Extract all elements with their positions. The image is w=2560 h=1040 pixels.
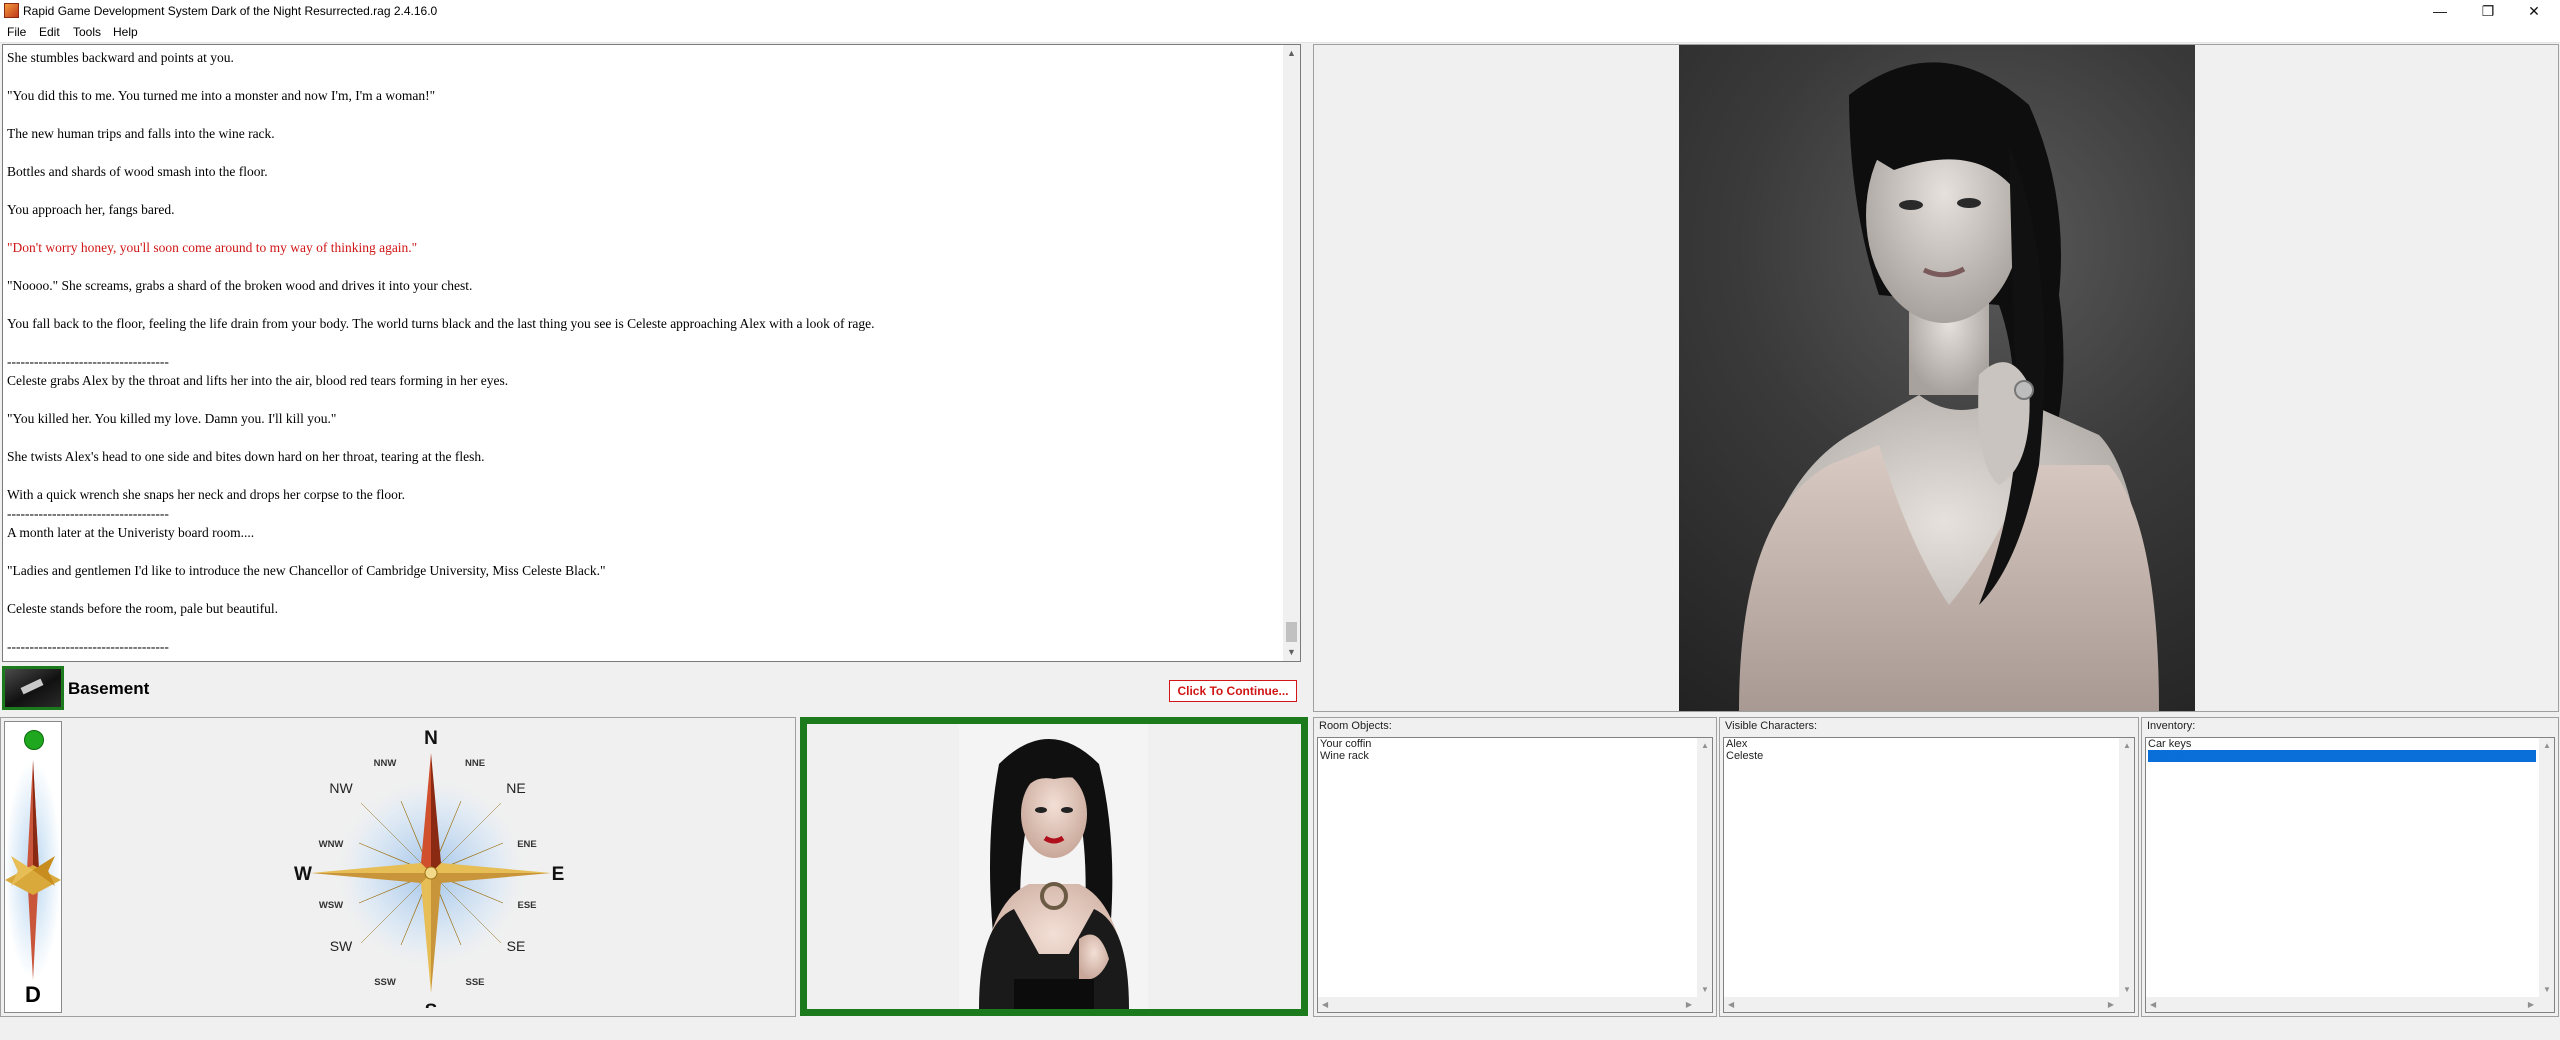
up-button[interactable]: [24, 730, 44, 750]
restore-button[interactable]: ❐: [2466, 0, 2510, 22]
close-button[interactable]: ✕: [2512, 0, 2556, 22]
scroll-down-icon[interactable]: ▼: [1283, 644, 1300, 661]
story-line: You approach her, fangs bared.: [7, 202, 175, 217]
compass-rose-icon[interactable]: N S E W NE NW SE SW NNW NNE ENE ESE SSE …: [271, 728, 591, 1008]
portrait-photo: [1679, 45, 2195, 711]
character-picture-frame: [800, 717, 1308, 1016]
scroll-left-icon[interactable]: ◀: [1728, 1000, 1734, 1009]
story-line: ------------------------------------: [7, 354, 169, 369]
scroll-left-icon[interactable]: ◀: [1322, 1000, 1328, 1009]
story-line: ------------------------------------: [7, 506, 169, 521]
scroll-up-icon[interactable]: ▲: [2543, 741, 2551, 750]
story-text-area[interactable]: She stumbles backward and points at you.…: [2, 44, 1301, 662]
scroll-down-icon[interactable]: ▼: [1701, 985, 1709, 994]
list-item[interactable]: Alex: [1726, 738, 1747, 750]
story-line: "You killed her. You killed my love. Dam…: [7, 411, 337, 426]
compass-ssw[interactable]: SSW: [374, 977, 396, 988]
list-item[interactable]: Celeste: [1726, 750, 1763, 762]
story-line: "You did this to me. You turned me into …: [7, 88, 436, 103]
horizontal-scrollbar[interactable]: ◀ ▶: [1724, 997, 2134, 1012]
menu-tools[interactable]: Tools: [73, 25, 101, 39]
scroll-right-icon[interactable]: ▶: [2528, 1000, 2534, 1009]
compass-n[interactable]: N: [424, 728, 438, 749]
visible-characters-list[interactable]: Alex Celeste ▲ ▼ ◀ ▶: [1723, 737, 2135, 1013]
visible-characters-label: Visible Characters:: [1725, 720, 1818, 732]
minimize-button[interactable]: —: [2418, 0, 2462, 22]
visible-characters-panel: Visible Characters: Alex Celeste ▲ ▼ ◀ ▶: [1719, 717, 2139, 1017]
inventory-panel: Inventory: Car keys Syringe ▲ ▼ ◀ ▶: [2141, 717, 2559, 1017]
compass-wnw[interactable]: WNW: [319, 839, 344, 850]
list-item[interactable]: Car keys: [2148, 738, 2191, 750]
compass-nne[interactable]: NNE: [465, 758, 485, 769]
scroll-right-icon[interactable]: ▶: [2108, 1000, 2114, 1009]
story-line: She stumbles backward and points at you.: [7, 50, 234, 65]
main-picture-panel: [1313, 44, 2559, 712]
story-line: "Ladies and gentlemen I'd like to introd…: [7, 563, 606, 578]
scroll-up-icon[interactable]: ▲: [1283, 45, 1300, 62]
story-line: "Don't worry honey, you'll soon come aro…: [7, 240, 418, 255]
story-line: She twists Alex's head to one side and b…: [7, 449, 485, 464]
compass-wsw[interactable]: WSW: [319, 900, 343, 911]
story-line: A month later at the Univeristy board ro…: [7, 525, 255, 540]
continue-button[interactable]: Click To Continue...: [1169, 680, 1297, 702]
list-item[interactable]: Your coffin: [1320, 738, 1371, 750]
vertical-scrollbar[interactable]: ▲ ▼: [2119, 738, 2134, 997]
coffin-thumbnail-image: [5, 669, 61, 707]
scroll-down-icon[interactable]: ▼: [2123, 985, 2131, 994]
scroll-up-icon[interactable]: ▲: [2123, 741, 2131, 750]
title-bar: Rapid Game Development System Dark of th…: [0, 0, 2560, 22]
story-line: With a quick wrench she snaps her neck a…: [7, 487, 405, 502]
down-button[interactable]: D: [5, 982, 61, 1008]
scroll-down-icon[interactable]: ▼: [2543, 985, 2551, 994]
compass-ese[interactable]: ESE: [517, 900, 536, 911]
compass-s[interactable]: S: [425, 1001, 438, 1008]
scroll-up-icon[interactable]: ▲: [1701, 741, 1709, 750]
compass-se[interactable]: SE: [507, 938, 526, 954]
story-scrollbar[interactable]: ▲ ▼: [1283, 45, 1300, 661]
scroll-right-icon[interactable]: ▶: [1686, 1000, 1692, 1009]
compass-ne[interactable]: NE: [506, 780, 525, 796]
story-line: The new human trips and falls into the w…: [7, 126, 275, 141]
inventory-list[interactable]: Car keys Syringe ▲ ▼ ◀ ▶: [2145, 737, 2555, 1013]
room-objects-panel: Room Objects: Your coffin Wine rack ▲ ▼ …: [1313, 717, 1717, 1017]
character-photo: [959, 724, 1148, 1009]
inventory-label: Inventory:: [2147, 720, 2196, 732]
story-line: ------------------------------------: [7, 639, 169, 654]
story-line: Bottles and shards of wood smash into th…: [7, 164, 268, 179]
window-title: Rapid Game Development System Dark of th…: [23, 4, 438, 18]
menu-file[interactable]: File: [7, 25, 26, 39]
room-objects-list[interactable]: Your coffin Wine rack ▲ ▼ ◀ ▶: [1317, 737, 1713, 1013]
compass-ene[interactable]: ENE: [517, 839, 537, 850]
room-thumbnail[interactable]: [2, 666, 64, 710]
horizontal-scrollbar[interactable]: ◀ ▶: [2146, 997, 2554, 1012]
room-name: Basement: [68, 679, 150, 698]
story-line: Celeste grabs Alex by the throat and lif…: [7, 373, 509, 388]
menu-help[interactable]: Help: [113, 25, 138, 39]
compass-w[interactable]: W: [294, 864, 312, 885]
story-line: "Noooo." She screams, grabs a shard of t…: [7, 278, 473, 293]
compass-sw[interactable]: SW: [330, 938, 353, 954]
app-icon: [4, 3, 19, 18]
compass-e[interactable]: E: [552, 864, 565, 885]
up-down-control: D: [4, 721, 62, 1013]
story-line: Celeste stands before the room, pale but…: [7, 601, 279, 616]
list-item-selected[interactable]: Syringe: [2148, 750, 2536, 762]
list-item[interactable]: Wine rack: [1320, 750, 1369, 762]
compass-sse[interactable]: SSE: [465, 977, 484, 988]
menu-edit[interactable]: Edit: [39, 25, 60, 39]
menu-bar: File Edit Tools Help: [0, 22, 2560, 43]
story-line: You fall back to the floor, feeling the …: [7, 316, 875, 331]
horizontal-scrollbar[interactable]: ◀ ▶: [1318, 997, 1712, 1012]
vertical-scrollbar[interactable]: ▲ ▼: [2539, 738, 2554, 997]
compass-nw[interactable]: NW: [329, 780, 353, 796]
scroll-left-icon[interactable]: ◀: [2150, 1000, 2156, 1009]
vertical-scrollbar[interactable]: ▲ ▼: [1697, 738, 1712, 997]
compass-panel: D N S: [0, 717, 796, 1017]
compass-nnw[interactable]: NNW: [374, 758, 397, 769]
scroll-thumb[interactable]: [1286, 622, 1297, 642]
room-objects-label: Room Objects:: [1319, 720, 1392, 732]
